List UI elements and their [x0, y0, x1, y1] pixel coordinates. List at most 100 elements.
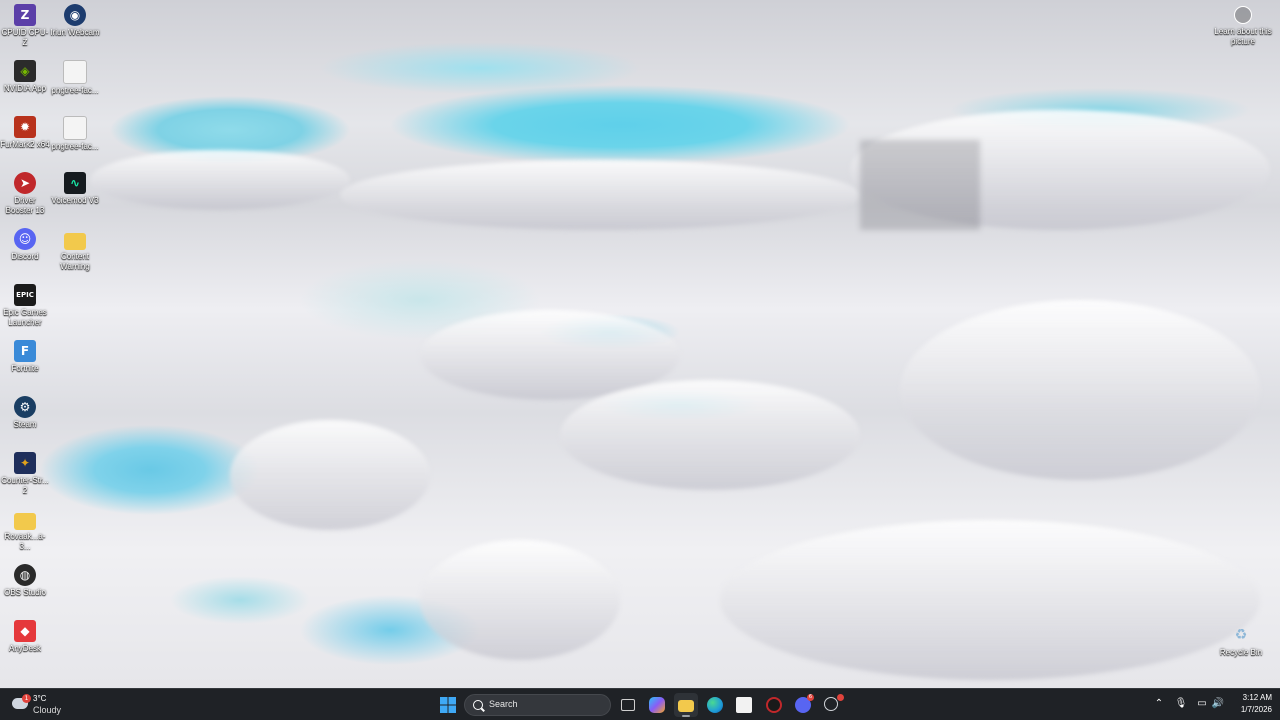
- desktop-icon-iriun-webcam[interactable]: ◉ Iriun Webcam: [50, 4, 100, 38]
- taskbar-steam[interactable]: [820, 693, 844, 717]
- windows-logo-icon: [440, 697, 456, 713]
- taskbar-search-box[interactable]: Search: [464, 694, 611, 716]
- desktop-icon-cpu-z[interactable]: Z CPUID CPU-Z: [0, 4, 50, 48]
- desktop-icon-label: OBS Studio: [4, 588, 46, 597]
- wallpaper-terrace: [230, 420, 430, 530]
- taskbar-copilot[interactable]: [645, 693, 669, 717]
- obs-icon: ◍: [14, 564, 36, 586]
- anydesk-icon: ◆: [14, 620, 36, 642]
- voicemod-icon: ∿: [64, 172, 86, 194]
- wallpaper-terrace: [720, 520, 1260, 680]
- counter-strike-icon: ✦: [14, 452, 36, 474]
- driver-booster-icon: ➤: [14, 172, 36, 194]
- desktop-icon-folder-rovaak[interactable]: Rovaak...a-3...: [0, 508, 50, 552]
- webcam-icon: ◉: [64, 4, 86, 26]
- desktop-wallpaper: [0, 0, 1280, 688]
- image-file-icon: [63, 60, 87, 84]
- taskbar-file-explorer[interactable]: [674, 693, 698, 717]
- epic-games-icon: EPIC: [14, 284, 36, 306]
- desktop-icon-label: Recycle Bin: [1219, 648, 1263, 657]
- edge-icon: [707, 697, 723, 713]
- learn-about-picture-button[interactable]: Learn about this picture: [1214, 6, 1272, 47]
- taskbar-edge[interactable]: [703, 693, 727, 717]
- search-placeholder: Search: [489, 699, 518, 709]
- desktop-icon-label: Counter-Str... 2: [1, 476, 49, 495]
- desktop-icon-label: Rovaak...a-3...: [4, 532, 46, 551]
- desktop-icon-counter-strike[interactable]: ✦ Counter-Str... 2: [0, 452, 50, 496]
- weather-condition: Cloudy: [33, 705, 62, 715]
- desktop-icon-fortnite[interactable]: F Fortnite: [0, 340, 50, 374]
- desktop-icon-label: pngtree-fac...: [51, 86, 99, 95]
- taskbar-microsoft-store[interactable]: [732, 693, 756, 717]
- steam-icon: ⚙: [14, 396, 36, 418]
- desktop-icon-label: pngtree-fac...: [51, 142, 99, 151]
- taskbar-clock[interactable]: 3:12 AM 1/7/2026: [1226, 692, 1272, 716]
- desktop-icon-nvidia-app[interactable]: ◈ NVIDIA App: [0, 60, 50, 94]
- running-indicator: [682, 715, 690, 717]
- weather-temperature: 3°C: [33, 694, 47, 703]
- start-button[interactable]: [436, 693, 460, 717]
- taskbar: 1 3°C Cloudy Search 6 ⌃ 🎙 ▭ 🔊 3:12 AM 1/…: [0, 688, 1280, 720]
- desktop-icon-anydesk[interactable]: ◆ AnyDesk: [0, 620, 50, 654]
- clock-date: 1/7/2026: [1240, 705, 1272, 714]
- cpu-z-icon: Z: [14, 4, 36, 26]
- desktop-icon-steam[interactable]: ⚙ Steam: [0, 396, 50, 430]
- desktop-icon-label: NVIDIA App: [3, 84, 47, 93]
- red-app-icon: [766, 697, 782, 713]
- discord-notification-badge: 6: [807, 694, 814, 701]
- fortnite-icon: F: [14, 340, 36, 362]
- desktop-icon-furmark[interactable]: ✹ FurMark2 x64: [0, 116, 50, 150]
- volume-icon[interactable]: 🔊: [1211, 697, 1225, 711]
- folder-icon: [678, 700, 694, 712]
- desktop-icon-label: FurMark2 x64: [0, 140, 50, 149]
- store-icon: [736, 697, 752, 713]
- desktop-icon-label: Steam: [13, 420, 37, 429]
- desktop-icon-recycle-bin[interactable]: ♻ Recycle Bin: [1216, 624, 1266, 658]
- desktop-icon-label: Iriun Webcam: [50, 28, 100, 37]
- network-icon[interactable]: ▭: [1195, 697, 1209, 711]
- taskbar-task-view[interactable]: [616, 693, 640, 717]
- wallpaper-terrace: [420, 540, 620, 660]
- desktop-icon-label: Discord: [11, 252, 39, 261]
- search-icon: [473, 700, 483, 710]
- clock-time: 3:12 AM: [1242, 693, 1272, 702]
- furmark-icon: ✹: [14, 116, 36, 138]
- wallpaper-terrace: [900, 300, 1260, 480]
- wallpaper-terrace: [560, 380, 860, 490]
- weather-alert-badge: 1: [22, 694, 31, 703]
- learn-about-picture-label: Learn about this picture: [1214, 27, 1272, 46]
- taskbar-app-red[interactable]: [762, 693, 786, 717]
- copilot-icon: [649, 697, 665, 713]
- desktop-icon-content-warning[interactable]: Content Warning: [50, 228, 100, 272]
- desktop-icon-label: CPUID CPU-Z: [1, 28, 49, 47]
- steam-notification-dot: [837, 694, 844, 701]
- wallpaper-terrace: [90, 150, 350, 210]
- desktop-icon-epic-games[interactable]: EPIC Epic Games Launcher: [0, 284, 50, 328]
- steam-icon: [824, 697, 838, 711]
- wallpaper-shadow: [860, 140, 980, 230]
- desktop-icon-label: AnyDesk: [8, 644, 41, 653]
- desktop-icon-obs-studio[interactable]: ◍ OBS Studio: [0, 564, 50, 598]
- desktop-icon-pngtree-2[interactable]: pngtree-fac...: [50, 116, 100, 152]
- folder-icon: [64, 233, 86, 250]
- desktop-icon-label: Fortnite: [11, 364, 39, 373]
- wallpaper-terrace: [340, 160, 860, 230]
- folder-icon: [14, 513, 36, 530]
- taskbar-discord[interactable]: 6: [791, 693, 815, 717]
- desktop-icon-label: Content Warning: [60, 252, 90, 271]
- desktop-icon-pngtree-1[interactable]: pngtree-fac...: [50, 60, 100, 96]
- task-view-icon: [621, 699, 635, 711]
- desktop-icon-discord[interactable]: ☺ Discord: [0, 228, 50, 262]
- desktop-icon-driver-booster[interactable]: ➤ Driver Booster 13: [0, 172, 50, 216]
- desktop-icon-label: Driver Booster 13: [5, 196, 45, 215]
- discord-icon: ☺: [14, 228, 36, 250]
- microphone-icon[interactable]: 🎙: [1174, 697, 1188, 711]
- nvidia-icon: ◈: [14, 60, 36, 82]
- desktop-icon-label: Voicemod V3: [51, 196, 99, 205]
- camera-icon: [1234, 6, 1252, 24]
- image-file-icon: [63, 116, 87, 140]
- desktop-icon-voicemod[interactable]: ∿ Voicemod V3: [50, 172, 100, 206]
- show-hidden-icons-chevron-up-icon[interactable]: ⌃: [1152, 697, 1166, 711]
- recycle-bin-icon: ♻: [1234, 627, 1248, 643]
- desktop-icon-label: Epic Games Launcher: [3, 308, 47, 327]
